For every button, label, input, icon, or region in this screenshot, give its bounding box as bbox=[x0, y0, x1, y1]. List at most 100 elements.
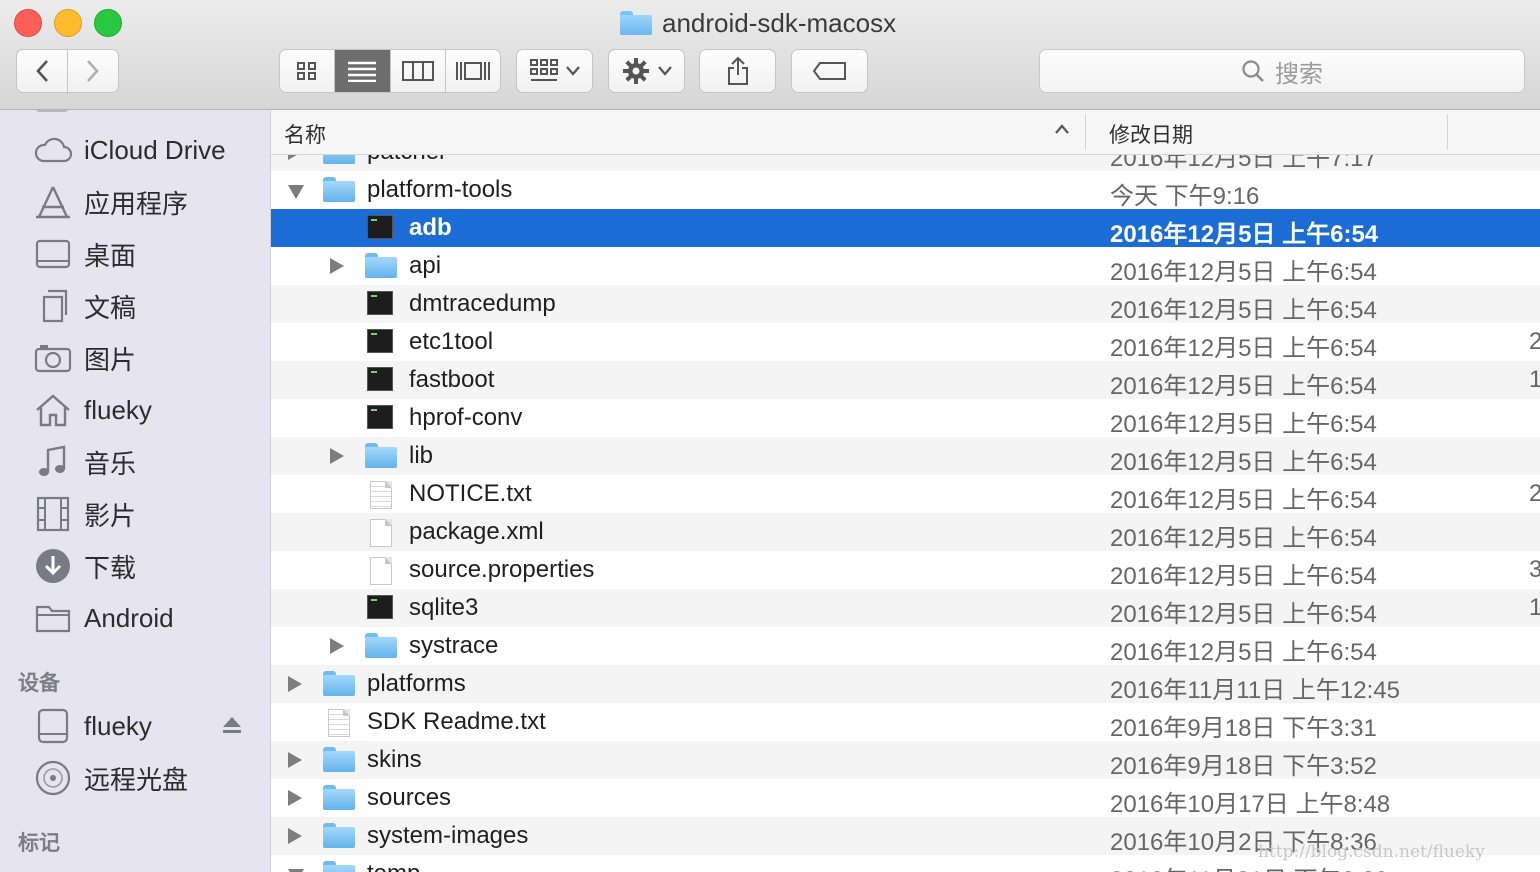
sidebar-section-devices: 设备 bbox=[18, 672, 60, 695]
column-view-button[interactable] bbox=[391, 50, 446, 92]
disclosure-collapsed-icon[interactable] bbox=[330, 258, 344, 274]
navigation-buttons bbox=[16, 49, 119, 93]
grid-icon bbox=[297, 62, 317, 80]
arrange-button[interactable] bbox=[516, 49, 593, 93]
back-button[interactable] bbox=[17, 50, 68, 92]
disclosure-collapsed-icon[interactable] bbox=[288, 676, 302, 692]
folder-icon bbox=[323, 785, 355, 810]
search-field[interactable]: 搜索 bbox=[1039, 49, 1525, 93]
file-row[interactable]: source.properties 2016年12月5日 上午6:54 3 bbox=[271, 551, 1540, 590]
file-name: fastboot bbox=[409, 366, 495, 393]
file-modified-date: 2016年12月5日 上午6:54 bbox=[1110, 525, 1377, 552]
sidebar-item-movies[interactable]: 影片 bbox=[34, 494, 136, 534]
file-name: SDK Readme.txt bbox=[367, 708, 546, 735]
sidebar-item-music[interactable]: 音乐 bbox=[34, 442, 136, 482]
folder-icon bbox=[365, 253, 397, 278]
list-icon bbox=[348, 61, 377, 82]
desktop-icon bbox=[34, 236, 72, 272]
close-window-button[interactable] bbox=[14, 9, 42, 37]
folder-row[interactable]: lib 2016年12月5日 上午6:54 bbox=[271, 437, 1540, 476]
file-modified-date: 2016年9月18日 下午3:31 bbox=[1110, 715, 1377, 742]
sort-ascending-icon[interactable] bbox=[1054, 123, 1070, 135]
file-name: sources bbox=[367, 784, 452, 811]
disclosure-collapsed-icon[interactable] bbox=[330, 638, 344, 654]
folder-row[interactable]: platform-tools 今天 下午9:16 bbox=[271, 171, 1540, 210]
file-row[interactable]: SDK Readme.txt 2016年9月18日 下午3:31 bbox=[271, 703, 1540, 742]
sidebar-item-home[interactable]: flueky bbox=[34, 390, 152, 430]
column-modified-header[interactable]: 修改日期 bbox=[1109, 119, 1193, 149]
file-row[interactable]: package.xml 2016年12月5日 上午6:54 bbox=[271, 513, 1540, 552]
icon-view-button[interactable] bbox=[280, 50, 336, 92]
file-size: 1 bbox=[1529, 366, 1540, 393]
sidebar-item-applications[interactable]: 应用程序 bbox=[34, 182, 188, 222]
sidebar-item-icloud-drive[interactable]: iCloud Drive bbox=[34, 130, 226, 170]
sidebar-item-remote-disc[interactable]: 远程光盘 bbox=[34, 758, 188, 798]
file-modified-date: 2016年12月5日 上午6:54 bbox=[1110, 411, 1377, 438]
sidebar-item-pictures[interactable]: 图片 bbox=[34, 338, 136, 378]
disclosure-collapsed-icon[interactable] bbox=[288, 752, 302, 768]
folder-row[interactable]: platforms 2016年11月11日 上午12:45 bbox=[271, 665, 1540, 704]
download-icon bbox=[34, 548, 72, 584]
folder-icon bbox=[34, 600, 72, 636]
file-row[interactable]: NOTICE.txt 2016年12月5日 上午6:54 2 bbox=[271, 475, 1540, 514]
file-modified-date: 2016年12月5日 上午6:54 bbox=[1110, 563, 1377, 590]
folder-icon bbox=[323, 823, 355, 848]
file-name: platform-tools bbox=[367, 176, 513, 203]
file-row[interactable]: sqlite3 2016年12月5日 上午6:54 1 bbox=[271, 589, 1540, 628]
sidebar-item-downloads[interactable]: 下载 bbox=[34, 546, 136, 586]
disclosure-collapsed-icon[interactable] bbox=[288, 790, 302, 806]
file-size: 3 bbox=[1529, 556, 1540, 583]
text-document-icon bbox=[370, 481, 392, 509]
disclosure-collapsed-icon[interactable] bbox=[330, 448, 344, 464]
eject-icon[interactable] bbox=[222, 716, 242, 739]
file-name: package.xml bbox=[409, 518, 544, 545]
folder-row[interactable]: systrace 2016年12月5日 上午6:54 bbox=[271, 627, 1540, 666]
file-row[interactable]: fastboot 2016年12月5日 上午6:54 1 bbox=[271, 361, 1540, 400]
file-name: temp bbox=[367, 860, 420, 872]
file-row[interactable]: dmtracedump 2016年12月5日 上午6:54 bbox=[271, 285, 1540, 324]
tag-button[interactable] bbox=[791, 49, 868, 93]
sidebar-item-desktop[interactable]: 桌面 bbox=[34, 234, 136, 274]
zoom-window-button[interactable] bbox=[94, 9, 122, 37]
folder-icon bbox=[620, 11, 652, 35]
sidebar: iCloud Drive 应用程序 桌面 文稿 图片 flueky 音乐 影片 … bbox=[0, 110, 271, 872]
action-menu-button[interactable] bbox=[608, 49, 685, 93]
folder-row[interactable]: skins 2016年9月18日 下午3:52 bbox=[271, 741, 1540, 780]
sidebar-item-documents[interactable]: 文稿 bbox=[34, 286, 136, 326]
disk-icon bbox=[34, 708, 72, 744]
sidebar-item-label: Android bbox=[84, 602, 174, 633]
disclosure-expanded-icon[interactable] bbox=[288, 185, 304, 199]
column-divider[interactable] bbox=[1447, 114, 1448, 150]
sidebar-item-label: 桌面 bbox=[84, 240, 137, 271]
sidebar-item-disk-flueky[interactable]: flueky bbox=[34, 706, 152, 746]
file-name: system-images bbox=[367, 822, 529, 849]
chevron-down-icon bbox=[657, 66, 672, 76]
file-modified-date: 2016年12月5日 上午6:54 bbox=[1110, 335, 1377, 362]
folder-row[interactable]: api 2016年12月5日 上午6:54 bbox=[271, 247, 1540, 286]
file-row[interactable]: adb 2016年12月5日 上午6:54 bbox=[271, 209, 1540, 248]
file-modified-date: 2016年12月5日 上午6:54 bbox=[1110, 373, 1377, 400]
folder-row[interactable]: sources 2016年10月17日 上午8:48 bbox=[271, 779, 1540, 818]
folder-icon bbox=[323, 177, 355, 202]
sidebar-item-label: 应用程序 bbox=[84, 188, 189, 219]
coverflow-view-button[interactable] bbox=[446, 50, 500, 92]
file-row[interactable]: etc1tool 2016年12月5日 上午6:54 2 bbox=[271, 323, 1540, 362]
disclosure-collapsed-icon[interactable] bbox=[288, 828, 302, 844]
sidebar-section-tags: 标记 bbox=[18, 832, 60, 855]
sidebar-item-android[interactable]: Android bbox=[34, 598, 174, 638]
terminal-executable-icon bbox=[367, 291, 393, 315]
gear-icon bbox=[622, 58, 649, 84]
file-modified-date: 2016年12月5日 上午6:54 bbox=[1110, 487, 1377, 514]
column-name-header[interactable]: 名称 bbox=[284, 119, 326, 149]
folder-icon bbox=[365, 633, 397, 658]
forward-button[interactable] bbox=[68, 50, 118, 92]
file-row[interactable]: hprof-conv 2016年12月5日 上午6:54 bbox=[271, 399, 1540, 438]
coverflow-icon bbox=[455, 62, 490, 80]
minimize-window-button[interactable] bbox=[54, 9, 82, 37]
file-modified-date: 2016年12月5日 上午6:54 bbox=[1110, 639, 1377, 666]
list-view-button[interactable] bbox=[335, 50, 391, 92]
cloud-icon bbox=[34, 132, 72, 168]
share-button[interactable] bbox=[699, 49, 776, 93]
file-name: sqlite3 bbox=[409, 594, 479, 621]
column-divider[interactable] bbox=[1085, 114, 1086, 150]
